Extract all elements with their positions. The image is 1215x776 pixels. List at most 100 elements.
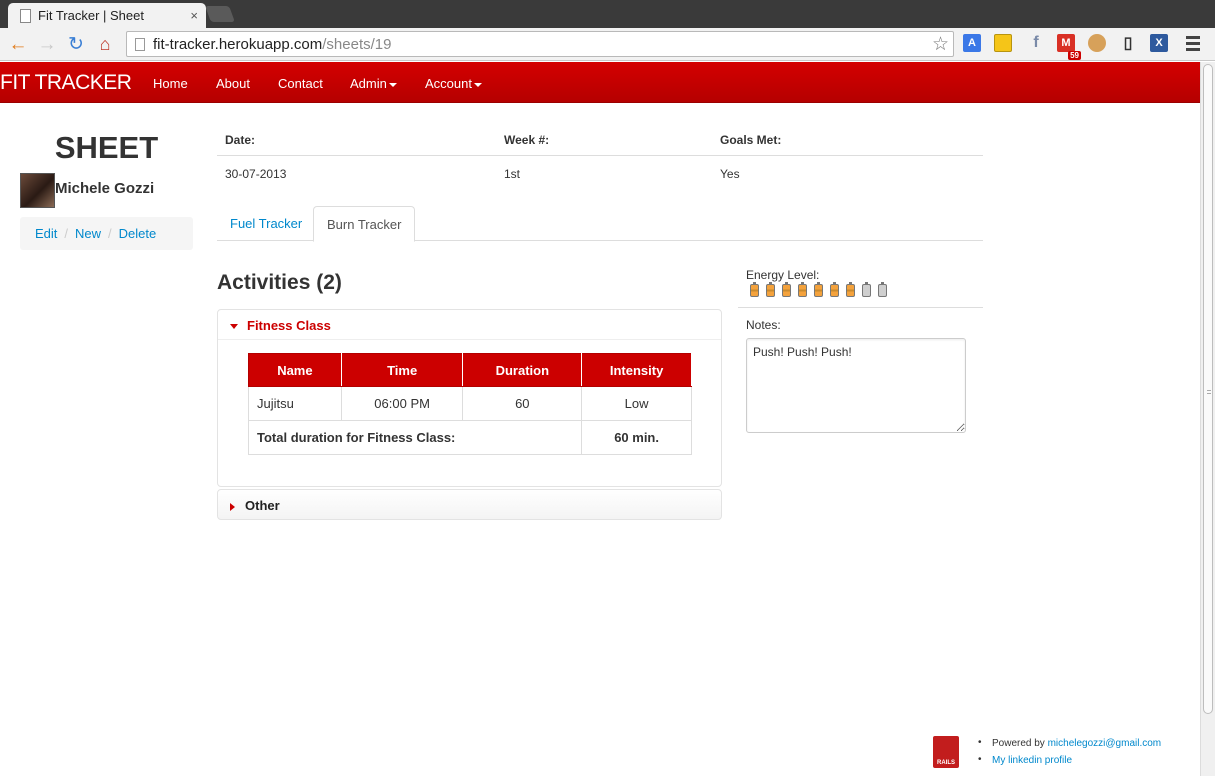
battery-icon (750, 282, 759, 297)
page-title: SHEET (54, 130, 159, 165)
url-path: /sheets/19 (322, 35, 392, 53)
notes-label: Notes: (746, 318, 781, 332)
tab-burn-tracker[interactable]: Burn Tracker (313, 206, 416, 242)
triangle-right-icon (230, 502, 235, 511)
nav-account-dropdown[interactable]: Account (425, 76, 482, 91)
cookie-extension-icon[interactable] (1088, 34, 1106, 52)
x-extension-icon[interactable]: X (1150, 34, 1168, 52)
address-bar[interactable]: fit-tracker.herokuapp.com/sheets/19 ☆ (126, 31, 954, 57)
new-tab-button[interactable] (205, 6, 235, 22)
tab-fuel-tracker[interactable]: Fuel Tracker (217, 206, 315, 241)
week-header: Week #: (504, 133, 550, 147)
accordion-header-fitness-class[interactable]: Fitness Class (218, 310, 721, 340)
battery-icon (782, 282, 791, 297)
notes-extension-icon[interactable] (994, 34, 1012, 52)
battery-icon (862, 282, 871, 297)
total-label: Total duration for Fitness Class: (247, 420, 583, 455)
week-value: 1st (504, 167, 521, 181)
back-arrow-icon[interactable]: ← (7, 33, 29, 55)
nav-admin-dropdown[interactable]: Admin (350, 76, 397, 91)
footer-item: Powered by michelegozzi@gmail.com (978, 737, 1162, 755)
separator: / (108, 226, 112, 241)
cell-name: Jujitsu (248, 386, 342, 421)
new-link[interactable]: New (75, 226, 101, 241)
accordion-fitness-class: Fitness Class Name Time Duration Intensi… (217, 309, 722, 487)
nav-contact[interactable]: Contact (278, 76, 323, 91)
battery-icon (766, 282, 775, 297)
gmail-extension-icon[interactable]: M 59 (1057, 34, 1081, 60)
group-name: Fitness Class (247, 318, 331, 333)
avatar (20, 173, 55, 208)
navbar: FIT TRACKER Home About Contact Admin Acc… (0, 62, 1200, 103)
goals-value: Yes (720, 167, 740, 181)
sheet-actions: Edit / New / Delete (20, 217, 193, 250)
battery-icon (798, 282, 807, 297)
powered-by-text: Powered by (992, 738, 1045, 749)
tab-title: Fit Tracker | Sheet (38, 8, 144, 23)
mobile-extension-icon[interactable]: ▯ (1119, 34, 1137, 52)
divider (738, 307, 983, 308)
facebook-extension-icon[interactable]: f (1027, 34, 1045, 52)
vertical-scrollbar[interactable] (1200, 62, 1215, 776)
page-icon (135, 37, 145, 51)
table-header-row: Name Time Duration Intensity (248, 353, 692, 387)
email-link[interactable]: michelegozzi@gmail.com (1048, 738, 1162, 749)
cell-duration: 60 (462, 386, 583, 421)
home-icon[interactable]: ⌂ (94, 33, 116, 55)
scrollbar-thumb[interactable] (1203, 64, 1213, 714)
brand-logo[interactable]: FIT TRACKER (0, 71, 132, 95)
caret-down-icon (473, 82, 482, 87)
translate-extension-icon[interactable]: A (963, 34, 981, 52)
group-name: Other (245, 498, 280, 513)
battery-icon (846, 282, 855, 297)
energy-level-meter (750, 282, 894, 297)
notes-textarea[interactable] (746, 338, 966, 433)
goals-header: Goals Met: (720, 133, 782, 147)
nav-home[interactable]: Home (153, 76, 188, 91)
column-time: Time (340, 353, 464, 387)
reload-icon[interactable]: ↻ (65, 33, 87, 55)
info-header-row: Date: Week #: Goals Met: (217, 125, 983, 156)
caret-down-icon (388, 82, 397, 87)
separator: / (64, 226, 69, 241)
energy-level-label: Energy Level: (746, 268, 820, 282)
table-row: Jujitsu 06:00 PM 60 Low (248, 386, 692, 421)
menu-icon[interactable] (1186, 36, 1200, 54)
battery-icon (814, 282, 823, 297)
triangle-down-icon (230, 324, 238, 330)
linkedin-link[interactable]: My linkedin profile (992, 755, 1072, 766)
cell-intensity: Low (581, 386, 692, 421)
battery-icon (878, 282, 887, 297)
date-header: Date: (225, 133, 256, 147)
user-name: Michele Gozzi (55, 180, 155, 197)
close-icon[interactable]: × (190, 8, 198, 23)
battery-icon (830, 282, 839, 297)
nav-account-label: Account (425, 76, 472, 91)
column-duration: Duration (462, 353, 583, 387)
delete-link[interactable]: Delete (119, 226, 157, 241)
footer-links: Powered by michelegozzi@gmail.com My lin… (978, 737, 1162, 772)
accordion-header-other[interactable]: Other (218, 490, 721, 520)
tracker-tabs: Fuel Tracker Burn Tracker (217, 206, 983, 242)
table-total-row: Total duration for Fitness Class: 60 min… (247, 420, 692, 455)
nav-admin-label: Admin (350, 76, 387, 91)
activities-title: Activities (2) (217, 271, 342, 294)
column-intensity: Intensity (581, 353, 692, 387)
activities-table: Name Time Duration Intensity Jujitsu 06:… (247, 353, 692, 455)
footer-item: My linkedin profile (978, 754, 1161, 772)
page-icon (20, 8, 31, 23)
column-name: Name (248, 353, 342, 387)
rails-logo: RAILS (933, 736, 959, 768)
edit-link[interactable]: Edit (35, 226, 57, 241)
forward-arrow-icon[interactable]: → (36, 33, 58, 55)
nav-about[interactable]: About (216, 76, 250, 91)
total-value: 60 min. (581, 420, 692, 455)
accordion-other: Other (217, 489, 722, 520)
bookmark-star-icon[interactable]: ☆ (932, 33, 949, 56)
sheet-info-table: Date: Week #: Goals Met: 30-07-2013 1st … (217, 125, 983, 190)
cell-time: 06:00 PM (340, 386, 464, 421)
browser-tab[interactable]: Fit Tracker | Sheet × (8, 3, 206, 28)
info-value-row: 30-07-2013 1st Yes (217, 156, 983, 190)
browser-toolbar: ← → ↻ ⌂ fit-tracker.herokuapp.com/sheets… (0, 28, 1215, 61)
url-host: fit-tracker.herokuapp.com (153, 35, 323, 53)
